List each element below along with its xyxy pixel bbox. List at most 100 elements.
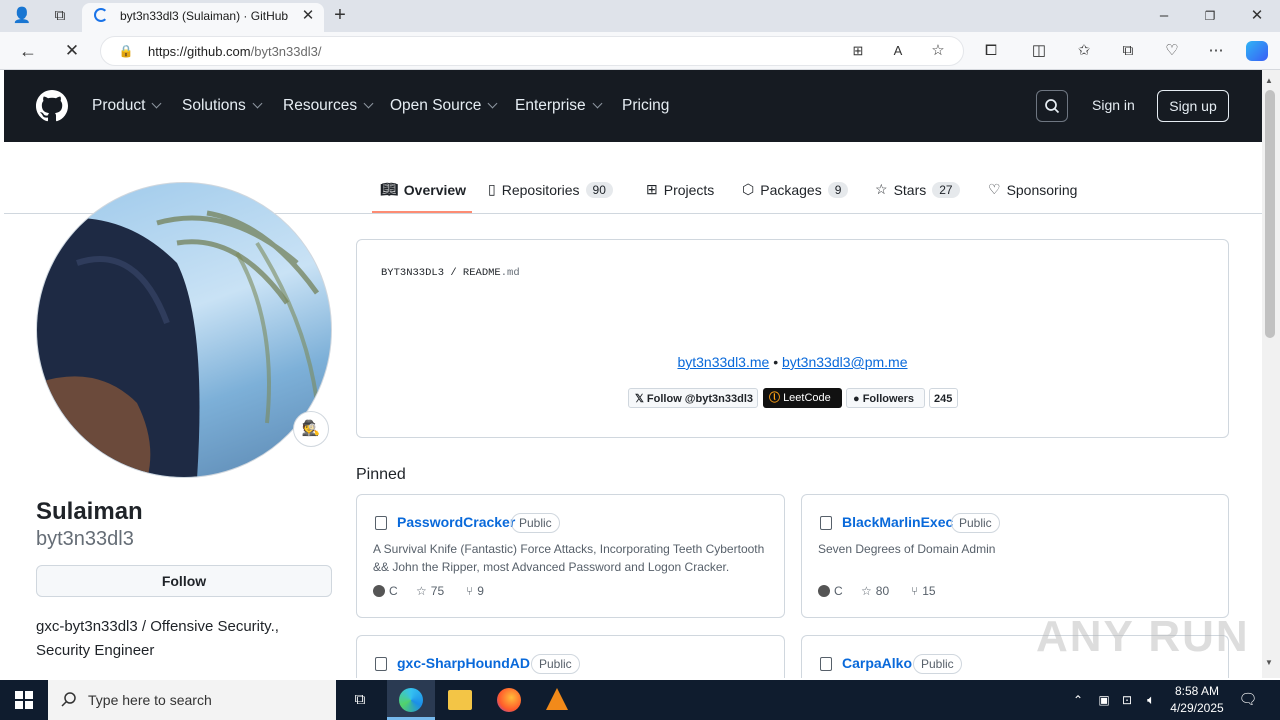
status-emoji-badge[interactable]: 🕵 <box>293 411 329 447</box>
task-view-icon[interactable]: ⧉ <box>348 690 372 710</box>
email-link[interactable]: byt3n33dl3@pm.me <box>782 354 908 370</box>
scroll-up-icon[interactable]: ▲ <box>1265 76 1273 85</box>
close-tab-icon[interactable]: ✕ <box>296 6 320 26</box>
show-hidden-icons[interactable]: ⌃ <box>1066 690 1090 710</box>
nav-resources[interactable]: Resources <box>283 97 374 115</box>
sign-in-link[interactable]: Sign in <box>1092 97 1135 113</box>
file-explorer-icon[interactable] <box>448 690 472 710</box>
tab-active-indicator <box>372 211 472 213</box>
more-menu-icon[interactable]: ⋯ <box>1204 41 1228 61</box>
heart-icon: ♡ <box>988 181 1001 197</box>
extensions-icon[interactable]: ⧠ <box>979 41 1003 61</box>
nav-solutions[interactable]: Solutions <box>182 97 263 115</box>
visibility-badge: Public <box>951 513 1000 533</box>
readme-owner[interactable]: BYT3N33DL3 <box>381 267 444 279</box>
github-logo-icon[interactable] <box>36 90 68 122</box>
fork-icon: ⑂ <box>911 584 919 598</box>
firefox-icon[interactable] <box>497 688 521 712</box>
taskbar-clock[interactable]: 8:58 AM 4/29/2025 <box>1162 683 1232 717</box>
repo-link[interactable]: gxc-SharpHoundAD <box>397 655 530 671</box>
stop-loading-icon[interactable]: ✕ <box>60 41 84 61</box>
favorites-icon[interactable]: ✩ <box>1072 41 1096 61</box>
visibility-badge: Public <box>511 513 560 533</box>
website-link[interactable]: byt3n33dl3.me <box>677 354 769 370</box>
profile-username: byt3n33dl3 <box>36 528 134 550</box>
stars-count: 27 <box>932 181 960 198</box>
new-tab-icon[interactable]: + <box>328 5 352 25</box>
avatar-photo <box>37 210 320 477</box>
sign-up-button[interactable]: Sign up <box>1157 90 1229 122</box>
repo-link[interactable]: BlackMarlinExec <box>842 514 953 530</box>
windows-start-icon[interactable] <box>15 691 33 709</box>
visibility-badge: Public <box>531 654 580 674</box>
tab-packages[interactable]: ⬡ Packages 9 <box>742 181 849 198</box>
star-icon: ☆ <box>861 584 872 598</box>
github-mark-icon: ● <box>853 393 863 405</box>
followers-count-badge[interactable]: 245 <box>929 388 958 408</box>
repo-icon <box>375 657 387 671</box>
repositories-count: 90 <box>585 181 613 198</box>
collections-icon[interactable]: ⧉ <box>1116 41 1140 61</box>
vlc-icon[interactable] <box>546 688 568 710</box>
notifications-icon[interactable]: 🗨︎ <box>1236 690 1260 710</box>
leetcode-icon: ⓛ <box>769 392 784 404</box>
split-screen-icon[interactable]: ◫ <box>1027 41 1051 61</box>
repo-description: A Survival Knife (Fantastic) Force Attac… <box>373 542 765 574</box>
tab-stars[interactable]: ☆ Stars 27 <box>875 181 960 198</box>
minimize-icon[interactable]: – <box>1152 6 1176 26</box>
nav-product[interactable]: Product <box>92 97 162 115</box>
language-dot-icon <box>373 585 385 597</box>
tab-overview[interactable]: 📖︎ Overview <box>380 181 466 198</box>
table-icon: ⊞ <box>646 181 658 197</box>
volume-icon[interactable]: 🔈︎ <box>1139 690 1163 710</box>
favorite-star-icon[interactable]: ☆ <box>926 41 950 61</box>
network-icon[interactable]: ⊡ <box>1115 690 1139 710</box>
readme-path: BYT3N33DL3 / README.md <box>381 267 520 279</box>
leetcode-badge[interactable]: ⓛ LeetCode <box>763 388 842 408</box>
tab-actions-icon[interactable]: ⧉ <box>48 6 72 26</box>
repo-forks[interactable]: ⑂ 15 <box>911 584 936 598</box>
repo-language: C <box>373 584 398 598</box>
followers-badge[interactable]: ● Followers <box>846 388 925 408</box>
repo-link[interactable]: CarpaAlko <box>842 655 912 671</box>
package-icon: ⬡ <box>742 181 755 197</box>
nav-enterprise[interactable]: Enterprise <box>515 97 603 115</box>
back-icon[interactable]: ← <box>16 41 40 61</box>
restore-icon[interactable]: ❐ <box>1198 6 1222 26</box>
repo-icon <box>820 516 832 530</box>
repo-stars[interactable]: ☆ 75 <box>416 584 444 598</box>
pinned-heading: Pinned <box>356 466 406 483</box>
read-aloud-icon[interactable]: A <box>886 41 910 61</box>
tab-title: byt3n33dl3 (Sulaiman) · GitHub <box>120 9 289 23</box>
scroll-down-icon[interactable]: ▼ <box>1265 658 1273 667</box>
close-window-icon[interactable]: ✕ <box>1245 6 1269 26</box>
url-text[interactable]: https://github.com/byt3n33dl3/ <box>148 44 321 59</box>
taskbar-search-placeholder[interactable]: Type here to search <box>88 692 212 708</box>
app-available-icon[interactable]: ⊞ <box>846 41 870 61</box>
profile-icon[interactable]: 👤 <box>10 6 34 26</box>
repo-forks[interactable]: ⑂ 9 <box>466 584 484 598</box>
book-icon: 📖︎ <box>380 181 398 197</box>
browser-essentials-icon[interactable]: ♡ <box>1160 41 1184 61</box>
tab-repositories[interactable]: ▯ Repositories 90 <box>488 181 613 198</box>
nav-pricing[interactable]: Pricing <box>622 97 669 115</box>
search-icon <box>61 692 76 707</box>
lock-icon[interactable]: 🔒 <box>114 41 138 61</box>
follow-button[interactable]: Follow <box>36 565 332 597</box>
tab-projects[interactable]: ⊞ Projects <box>646 181 714 198</box>
tab-sponsoring[interactable]: ♡ Sponsoring <box>988 181 1077 198</box>
nav-open-source[interactable]: Open Source <box>390 97 498 115</box>
profile-full-name: Sulaiman <box>36 498 143 525</box>
device-icon[interactable]: ▣ <box>1092 690 1116 710</box>
scrollbar-thumb[interactable] <box>1265 90 1275 338</box>
repo-link[interactable]: PasswordCracker <box>397 514 515 530</box>
repo-icon <box>375 516 387 530</box>
search-icon <box>1045 99 1060 114</box>
copilot-icon[interactable] <box>1246 41 1268 61</box>
avatar[interactable] <box>36 182 332 478</box>
repo-stars[interactable]: ☆ 80 <box>861 584 889 598</box>
anyrun-watermark: ANY RUN <box>1036 612 1250 661</box>
search-button[interactable] <box>1036 90 1068 122</box>
repo-icon <box>820 657 832 671</box>
x-follow-badge[interactable]: 𝕏 Follow @byt3n33dl3 <box>628 388 758 408</box>
